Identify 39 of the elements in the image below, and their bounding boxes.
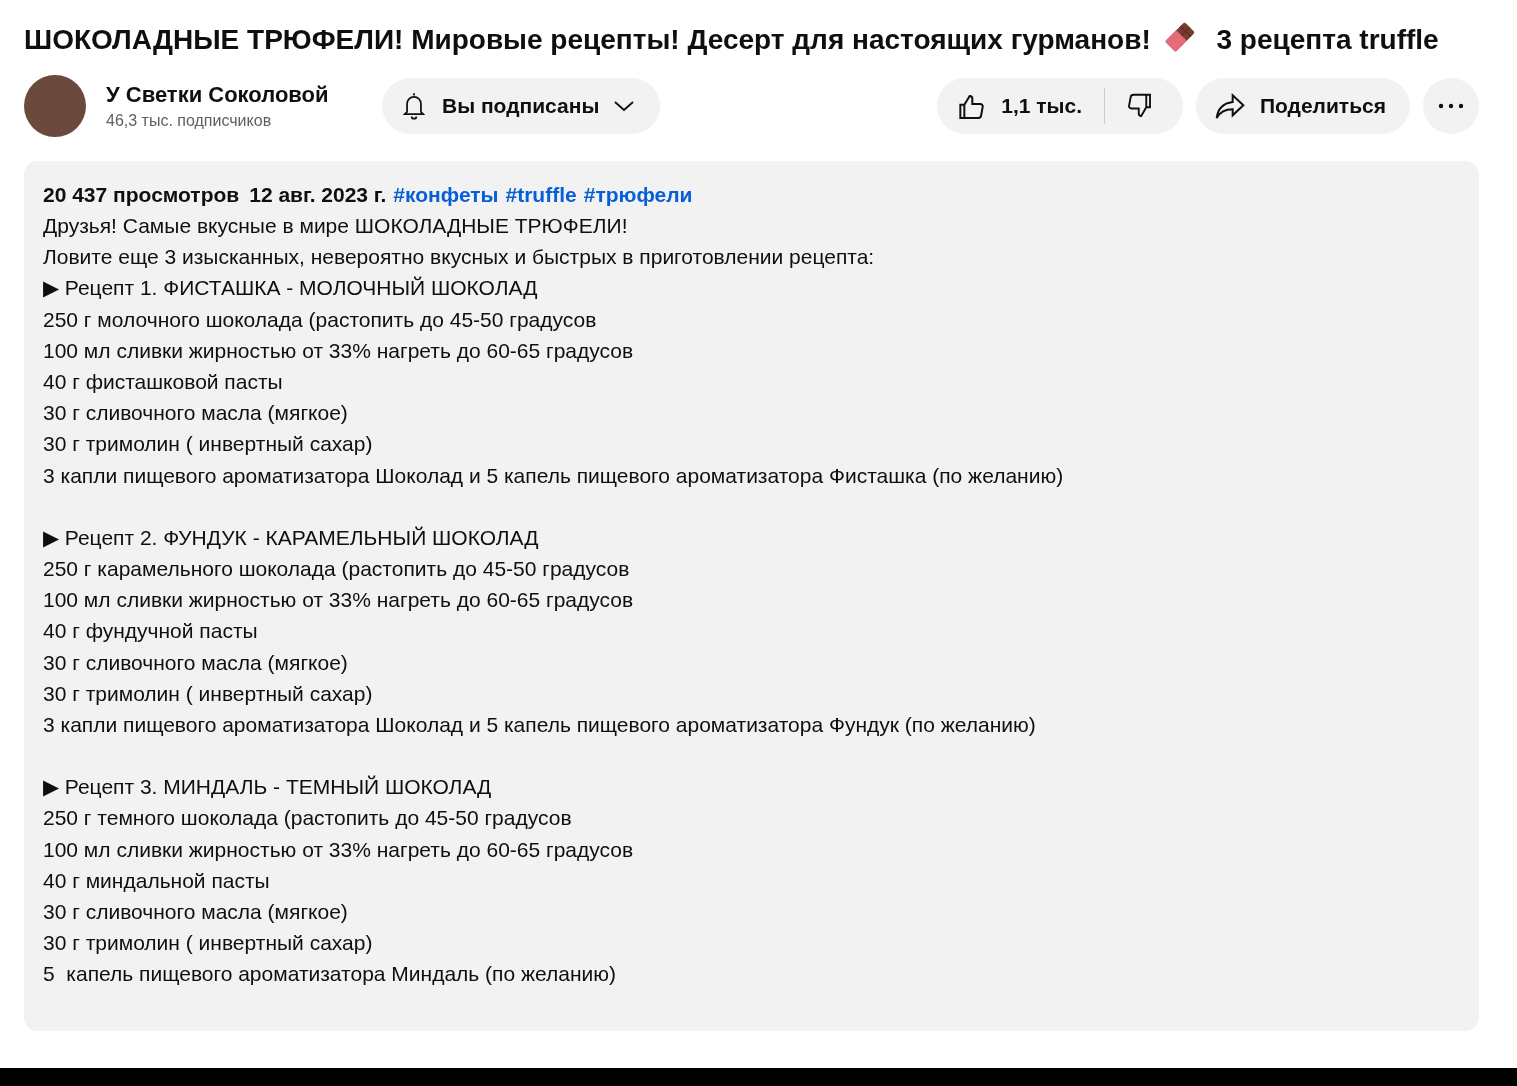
hashtag-link[interactable]: #конфеты	[393, 179, 499, 210]
channel-name[interactable]: У Светки Соколовой	[106, 80, 366, 110]
description-line: 5 капель пищевого ароматизатора Миндаль (по желанию)	[43, 961, 618, 988]
description-line: ▶ Рецепт 2. ФУНДУК - КАРАМЕЛЬНЫЙ ШОКОЛАД	[43, 524, 540, 551]
subscribed-button[interactable]: Вы подписаны	[382, 78, 660, 134]
description-line: Друзья! Самые вкусные в мире ШОКОЛАДНЫЕ ТРЮФЕЛИ!	[43, 213, 629, 239]
chevron-down-icon	[613, 100, 636, 112]
description-line: 30 г тримолин ( инвертный сахар)	[43, 680, 374, 707]
description-line: 100 мл сливки жирностью от 33% нагреть до 60-65 градусов	[43, 587, 635, 614]
description-line: 30 г тримолин ( инвертный сахар)	[43, 431, 374, 458]
share-icon	[1213, 91, 1246, 121]
description-line: 250 г карамельного шоколада (растопить до 45-50 градусов	[43, 556, 631, 583]
bell-icon	[400, 91, 428, 121]
description-line: 30 г сливочного масла (мягкое)	[43, 649, 349, 676]
description-line: 250 г молочного шоколада (растопить до 45-50 градусов	[43, 306, 598, 333]
description-line: Ловите еще 3 изысканных, невероятно вкусных и быстрых в приготовлении рецепта:	[43, 244, 876, 271]
more-icon	[1438, 103, 1464, 109]
description-line: 30 г сливочного масла (мягкое)	[43, 899, 349, 926]
description-line: 40 г миндальной пасты	[43, 867, 271, 894]
description-line: 3 капли пищевого ароматизатора Шоколад и 5 капель пищевого ароматизатора Фисташка (по желанию)	[43, 462, 1065, 489]
description-line: 3 капли пищевого ароматизатора Шоколад и 5 капель пищевого ароматизатора Фундук (по желанию)	[43, 712, 1037, 739]
description-line: 40 г фундучной пасты	[43, 618, 259, 645]
description-line: 30 г тримолин ( инвертный сахар)	[43, 930, 374, 957]
description-line: 250 г темного шоколада (растопить до 45-50 градусов	[43, 805, 573, 832]
view-count: 20 437 просмотров	[43, 182, 240, 208]
description-line: 100 мл сливки жирностью от 33% нагреть до 60-65 градусов	[43, 836, 635, 863]
video-title: ШОКОЛАДНЫЕ ТРЮФЕЛИ! Мировые рецепты! Десерт для настоящих гурманов!	[24, 24, 1151, 55]
share-button[interactable]: Поделиться	[1195, 78, 1410, 134]
upload-date: 12 авг. 2023 г.	[249, 182, 387, 208]
description-line: ▶ Рецепт 1. ФИСТАШКА - МОЛОЧНЫЙ ШОКОЛАД	[43, 275, 539, 302]
video-title: truffle	[1359, 24, 1439, 55]
description-line: 40 г фисташковой пасты	[43, 369, 284, 395]
description-line: 30 г сливочного масла (мягкое)	[43, 400, 349, 427]
hashtag-link[interactable]: #трюфели	[583, 179, 693, 210]
description-line: ▶ Рецепт 3. МИНДАЛЬ - ТЕМНЫЙ ШОКОЛАД	[43, 774, 493, 801]
video-title: 3 рецепта	[1216, 24, 1352, 55]
hashtag-link[interactable]: #truffle	[505, 179, 577, 210]
subscriber-count: 46,3 тыс. подписчиков	[106, 111, 273, 131]
description-line: 100 мл сливки жирностью от 33% нагреть до 60-65 градусов	[43, 337, 635, 364]
